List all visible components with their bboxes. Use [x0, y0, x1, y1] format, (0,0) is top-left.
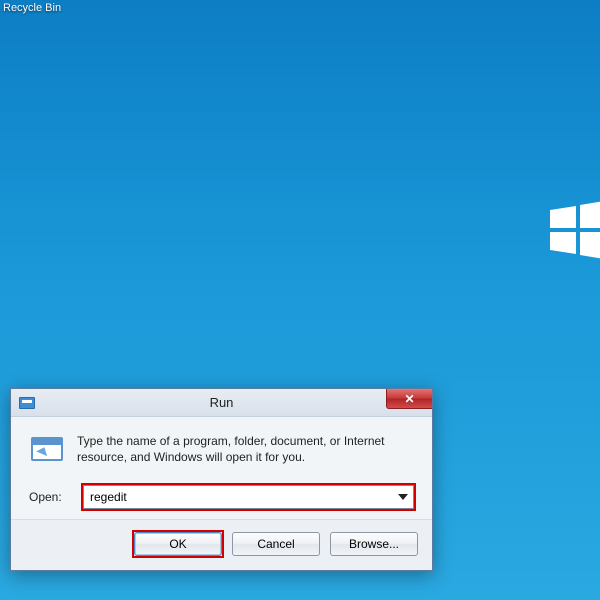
windows-logo-icon [550, 200, 600, 260]
open-label: Open: [29, 490, 73, 504]
dialog-description: Type the name of a program, folder, docu… [77, 433, 414, 465]
open-combobox[interactable] [83, 485, 414, 509]
run-icon [29, 435, 65, 465]
dialog-title: Run [11, 395, 432, 410]
close-icon: ✕ [404, 392, 414, 406]
dialog-body: Type the name of a program, folder, docu… [11, 417, 432, 519]
recycle-bin-label[interactable]: Recycle Bin [3, 2, 61, 14]
run-dialog: Run ✕ Type the name of a program, folder… [10, 388, 433, 571]
titlebar[interactable]: Run ✕ [11, 389, 432, 417]
browse-button[interactable]: Browse... [330, 532, 418, 556]
close-button[interactable]: ✕ [386, 389, 432, 409]
button-row: OK Cancel Browse... [11, 519, 432, 570]
open-input[interactable] [83, 485, 414, 509]
cancel-button[interactable]: Cancel [232, 532, 320, 556]
ok-button[interactable]: OK [134, 532, 222, 556]
